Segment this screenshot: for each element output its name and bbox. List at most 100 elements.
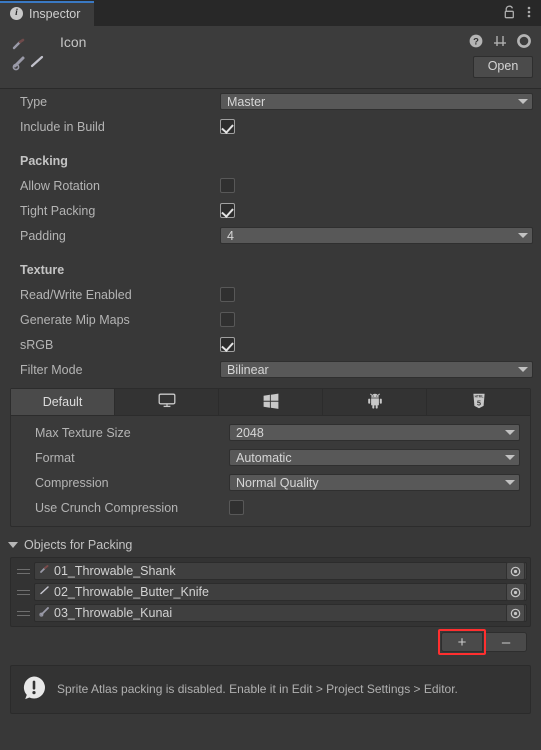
info-icon: i <box>10 7 23 20</box>
objects-for-packing-label: Objects for Packing <box>24 538 133 552</box>
platform-tab-standalone[interactable] <box>115 389 219 415</box>
allow-rotation-checkbox[interactable] <box>220 178 235 193</box>
chevron-down-icon <box>505 480 515 485</box>
object-picker-button[interactable] <box>506 604 525 622</box>
platform-tab-webgl[interactable]: 5 HTML <box>427 389 530 415</box>
inspector-window: i Inspector Icon ? Open Type Master Incl… <box>0 0 541 750</box>
asset-name: Icon <box>60 34 87 50</box>
platform-settings-body: Max Texture Size 2048 Format Automatic C… <box>11 416 530 526</box>
row-format: Format Automatic <box>11 445 530 470</box>
chevron-down-icon <box>518 367 528 372</box>
list-add-remove-controls: + – <box>0 629 541 655</box>
svg-text:HTML: HTML <box>474 394 483 398</box>
type-label: Type <box>20 94 48 109</box>
row-max-texture-size: Max Texture Size 2048 <box>11 420 530 445</box>
max-texture-size-label: Max Texture Size <box>35 425 131 440</box>
read-write-checkbox[interactable] <box>220 287 235 302</box>
window-tab-actions <box>503 5 541 26</box>
drag-handle-icon[interactable] <box>14 589 34 595</box>
object-picker-button[interactable] <box>506 562 525 580</box>
remove-object-button[interactable]: – <box>486 632 527 652</box>
objects-for-packing-foldout[interactable]: Objects for Packing <box>0 533 541 557</box>
srgb-checkbox[interactable] <box>220 337 235 352</box>
section-texture: Texture <box>0 257 541 282</box>
list-item[interactable]: 03_Throwable_Kunai <box>14 603 527 623</box>
object-name: 03_Throwable_Kunai <box>54 606 173 620</box>
add-button-highlight: + <box>438 629 486 655</box>
mip-maps-label: Generate Mip Maps <box>20 312 130 327</box>
tight-packing-checkbox[interactable] <box>220 203 235 218</box>
tab-inspector[interactable]: i Inspector <box>0 1 95 26</box>
include-in-build-label: Include in Build <box>20 119 105 134</box>
platform-tab-default[interactable]: Default <box>11 389 115 415</box>
list-item[interactable]: 02_Throwable_Butter_Knife <box>14 582 527 602</box>
svg-text:5: 5 <box>476 398 480 407</box>
padding-dropdown[interactable]: 4 <box>220 227 533 244</box>
row-padding: Padding 4 <box>0 223 541 248</box>
read-write-label: Read/Write Enabled <box>20 287 132 302</box>
format-dropdown[interactable]: Automatic <box>229 449 520 466</box>
object-picker-button[interactable] <box>506 583 525 601</box>
platform-tab-android[interactable] <box>323 389 427 415</box>
platform-tab-windows[interactable] <box>219 389 323 415</box>
object-name: 02_Throwable_Butter_Knife <box>54 585 209 599</box>
row-generate-mip-maps: Generate Mip Maps <box>0 307 541 332</box>
chevron-down-icon <box>518 233 528 238</box>
gear-icon[interactable] <box>517 34 531 51</box>
crunch-compression-checkbox[interactable] <box>229 500 244 515</box>
svg-text:?: ? <box>473 37 479 48</box>
inspector-body: Type Master Include in Build Packing All… <box>0 89 541 714</box>
add-object-button[interactable]: + <box>441 632 483 652</box>
lock-icon[interactable] <box>503 5 516 22</box>
kebab-menu-icon[interactable] <box>527 5 531 22</box>
open-button[interactable]: Open <box>473 56 533 78</box>
help-box: Sprite Atlas packing is disabled. Enable… <box>10 665 531 714</box>
srgb-label: sRGB <box>20 337 54 352</box>
drag-handle-icon[interactable] <box>14 610 34 616</box>
help-icon[interactable]: ? <box>469 34 483 51</box>
texture-section-label: Texture <box>20 262 65 277</box>
allow-rotation-label: Allow Rotation <box>20 178 100 193</box>
packing-section-label: Packing <box>20 153 68 168</box>
objects-for-packing-list: 01_Throwable_Shank 02_Throwable_Butter_K… <box>10 557 531 627</box>
standalone-monitor-icon <box>158 393 176 411</box>
crunch-compression-label: Use Crunch Compression <box>35 500 179 515</box>
row-include-in-build: Include in Build <box>0 114 541 139</box>
tight-packing-label: Tight Packing <box>20 203 96 218</box>
compression-value: Normal Quality <box>236 475 319 490</box>
row-srgb: sRGB <box>0 332 541 357</box>
max-texture-size-value: 2048 <box>236 425 264 440</box>
chevron-down-icon <box>505 430 515 435</box>
html5-webgl-icon: 5 HTML <box>472 393 486 412</box>
type-value: Master <box>227 94 266 109</box>
row-type: Type Master <box>0 89 541 114</box>
sprite-thumbnail-icon <box>39 606 50 620</box>
android-icon <box>367 393 383 412</box>
windows-icon <box>263 393 279 412</box>
preset-sliders-icon[interactable] <box>493 34 507 51</box>
include-in-build-checkbox[interactable] <box>220 119 235 134</box>
object-field[interactable]: 02_Throwable_Butter_Knife <box>34 583 527 601</box>
row-crunch-compression: Use Crunch Compression <box>11 495 530 520</box>
help-box-message: Sprite Atlas packing is disabled. Enable… <box>57 682 458 696</box>
drag-handle-icon[interactable] <box>14 568 34 574</box>
list-item[interactable]: 01_Throwable_Shank <box>14 561 527 581</box>
header-actions: ? <box>469 34 531 51</box>
format-label: Format <box>35 450 75 465</box>
platform-settings-box: Default 5 HTML Max Texture Size 2048 For… <box>10 388 531 527</box>
compression-dropdown[interactable]: Normal Quality <box>229 474 520 491</box>
filter-mode-dropdown[interactable]: Bilinear <box>220 361 533 378</box>
mip-maps-checkbox[interactable] <box>220 312 235 327</box>
row-tight-packing: Tight Packing <box>0 198 541 223</box>
row-compression: Compression Normal Quality <box>11 470 530 495</box>
max-texture-size-dropdown[interactable]: 2048 <box>229 424 520 441</box>
object-field[interactable]: 03_Throwable_Kunai <box>34 604 527 622</box>
padding-label: Padding <box>20 228 66 243</box>
object-field[interactable]: 01_Throwable_Shank <box>34 562 527 580</box>
tab-inspector-label: Inspector <box>29 6 81 21</box>
platform-tab-default-label: Default <box>42 395 83 409</box>
warning-icon <box>21 675 47 704</box>
type-dropdown[interactable]: Master <box>220 93 533 110</box>
chevron-down-icon <box>505 455 515 460</box>
